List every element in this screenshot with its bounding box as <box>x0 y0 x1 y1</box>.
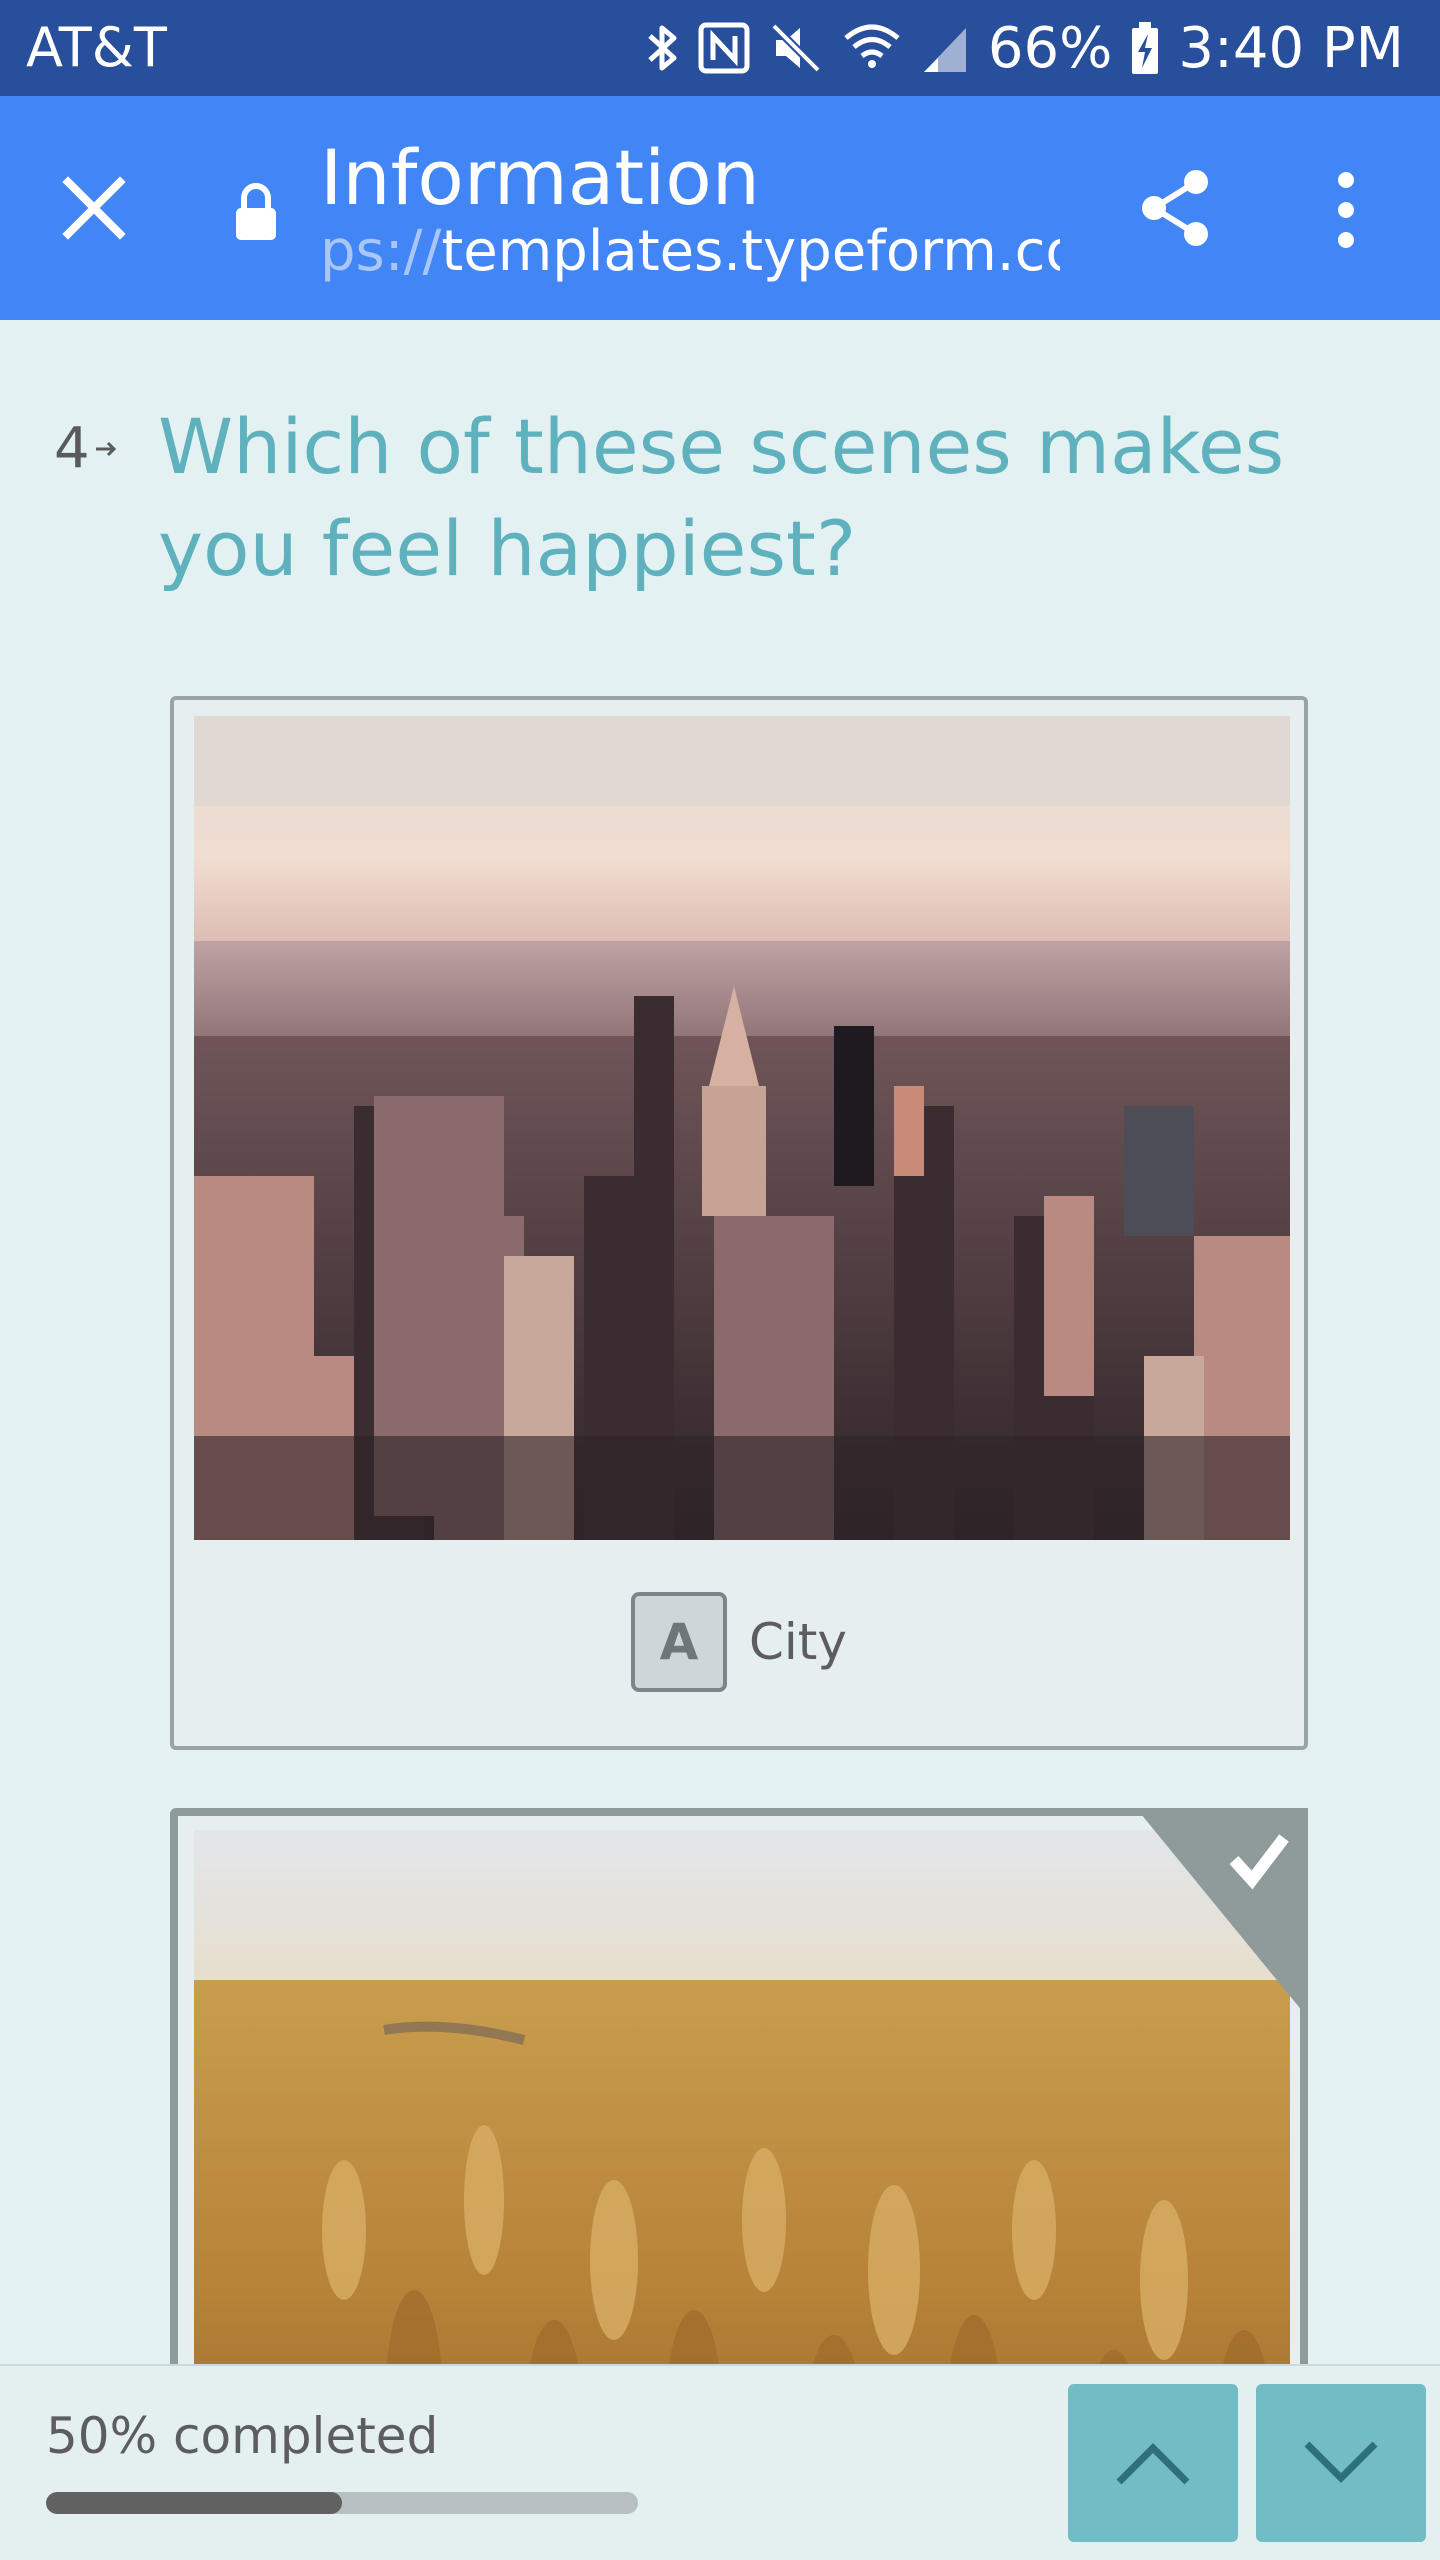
browser-app-bar: Information ps://templates.typeform.com <box>0 96 1440 320</box>
chevron-up-icon <box>1116 2443 1190 2485</box>
chevron-down-icon <box>1304 2441 1378 2483</box>
wifi-icon <box>844 24 900 68</box>
battery-charging-icon <box>1132 22 1159 74</box>
signal-icon <box>923 28 966 72</box>
battery-percent: 66% <box>987 15 1113 81</box>
bluetooth-icon <box>648 25 677 71</box>
status-bar: AT&T 66% 3:40 PM <box>0 0 1440 96</box>
choice-key: A <box>631 1592 727 1692</box>
choice-text: City <box>749 1613 847 1671</box>
selected-check-icon <box>1136 1808 1308 2018</box>
url-host: templates.typeform.com <box>441 219 1060 284</box>
next-question-button[interactable] <box>1256 2384 1426 2542</box>
progress-label: 50% completed <box>46 2407 439 2465</box>
lock-icon <box>236 183 276 240</box>
city-skyline-photo <box>194 716 1290 1540</box>
clock: 3:40 PM <box>1178 15 1404 81</box>
choice-card-city[interactable]: A City <box>170 696 1308 1750</box>
carrier-name: AT&T <box>26 16 167 79</box>
progress-bar <box>46 2492 638 2514</box>
choice-label-a[interactable]: A City <box>174 1592 1304 1692</box>
mute-icon <box>771 23 821 73</box>
page-title: Information <box>320 133 760 222</box>
progress-bar-fill <box>46 2492 342 2514</box>
url-scheme: ps:// <box>320 219 442 284</box>
previous-question-button[interactable] <box>1068 2384 1238 2542</box>
arrow-right-icon <box>95 441 116 457</box>
status-icons: 66% 3:40 PM <box>646 12 1404 84</box>
share-icon[interactable] <box>1134 166 1218 250</box>
page-url[interactable]: ps://templates.typeform.com <box>320 216 1060 288</box>
nfc-icon <box>698 22 750 74</box>
question-number-value: 4 <box>54 416 90 481</box>
more-vert-icon[interactable] <box>1326 168 1366 252</box>
question-number: 4 <box>54 414 120 484</box>
progress-footer: 50% completed <box>0 2364 1440 2560</box>
close-icon[interactable] <box>58 172 130 244</box>
question-text: Which of these scenes makes you feel hap… <box>158 402 1285 593</box>
